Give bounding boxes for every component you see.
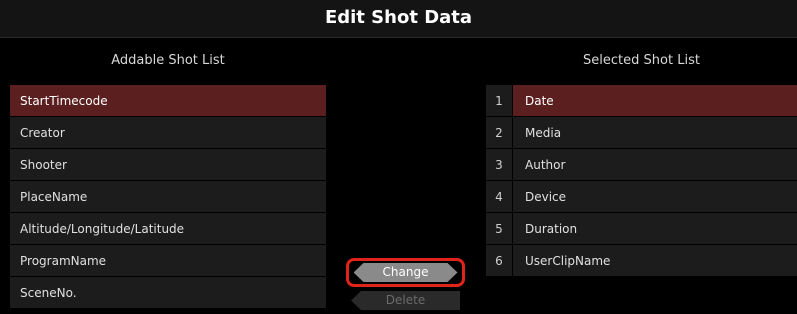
- selected-list-item-index: 4: [486, 181, 513, 212]
- change-button-highlight: Change: [346, 258, 465, 287]
- selected-list-item-index: 2: [486, 117, 513, 148]
- selected-list-item[interactable]: 5 Duration: [486, 213, 797, 244]
- selected-list-item-index: 6: [486, 245, 513, 276]
- selected-list-item-label: Media: [525, 125, 562, 140]
- addable-shot-list-heading: Addable Shot List: [111, 53, 225, 68]
- addable-list-item[interactable]: SceneNo.: [10, 277, 326, 308]
- addable-list-item[interactable]: Creator: [10, 117, 326, 148]
- selected-list-item[interactable]: 3 Author: [486, 149, 797, 180]
- selected-list-item[interactable]: 1 Date: [486, 85, 797, 116]
- addable-list-item-label: PlaceName: [20, 189, 88, 204]
- selected-list-item[interactable]: 2 Media: [486, 117, 797, 148]
- selected-list-item-index: 1: [486, 85, 513, 116]
- selected-list-item[interactable]: 6 UserClipName: [486, 245, 797, 276]
- selected-list-item-label: UserClipName: [525, 253, 611, 268]
- addable-list-item-label: SceneNo.: [20, 285, 77, 300]
- addable-list-item-label: StartTimecode: [20, 93, 108, 108]
- selected-list-item-index: 5: [486, 213, 513, 244]
- selected-list-item-label: Device: [525, 189, 567, 204]
- addable-list-item[interactable]: PlaceName: [10, 181, 326, 212]
- addable-shot-list: StartTimecode Creator Shooter PlaceName Alti…: [10, 85, 326, 309]
- addable-list-item[interactable]: Altitude/Longitude/Latitude: [10, 213, 326, 244]
- edit-shot-data-dialog: Edit Shot Data Addable Shot List Selecte…: [0, 0, 797, 314]
- addable-list-item-label: Creator: [20, 125, 65, 140]
- selected-list-item-index: 3: [486, 149, 513, 180]
- selected-shot-list-heading: Selected Shot List: [583, 53, 700, 68]
- selected-list-item-label: Duration: [525, 221, 578, 236]
- addable-list-item-label: Shooter: [20, 157, 67, 172]
- addable-list-item[interactable]: Shooter: [10, 149, 326, 180]
- selected-shot-list: 1 Date 2 Media 3 Author 4 Device 5 Duration 6 UserC…: [486, 85, 797, 277]
- selected-list-item-label: Date: [513, 85, 797, 116]
- dialog-title: Edit Shot Data: [0, 0, 797, 38]
- addable-list-item-label: Altitude/Longitude/Latitude: [20, 221, 185, 236]
- selected-list-item-label: Author: [525, 157, 566, 172]
- delete-button[interactable]: Delete: [351, 291, 460, 310]
- selected-list-item[interactable]: 4 Device: [486, 181, 797, 212]
- addable-list-item[interactable]: StartTimecode: [10, 85, 326, 116]
- addable-list-item[interactable]: ProgramName: [10, 245, 326, 276]
- change-button[interactable]: Change: [354, 263, 458, 282]
- addable-list-item-label: ProgramName: [20, 253, 107, 268]
